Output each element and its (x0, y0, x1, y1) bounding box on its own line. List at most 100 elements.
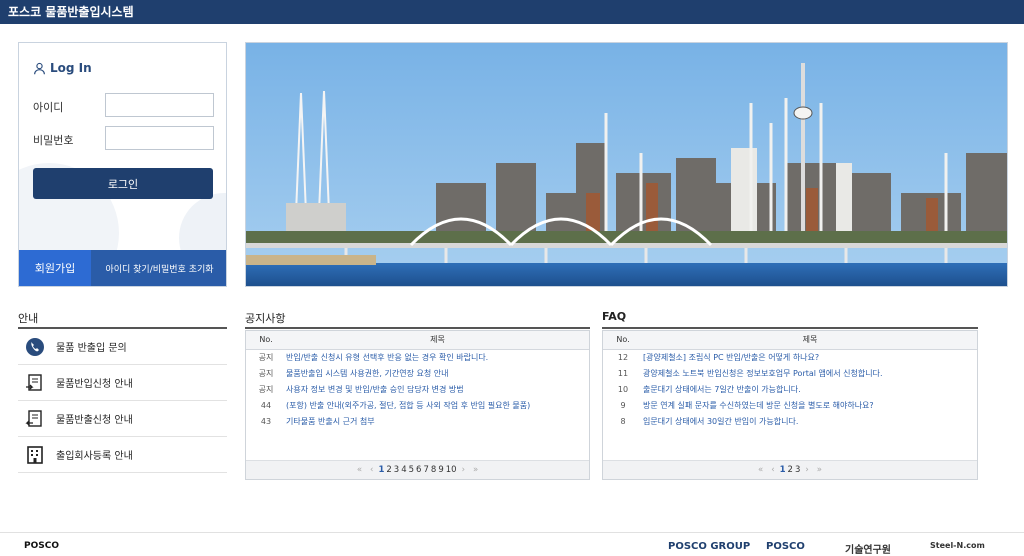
row-title[interactable]: 방문 연계 실패 문자를 수신하였는데 방문 신청을 별도로 해야하나요? (643, 397, 977, 413)
row-no: 공지 (258, 384, 274, 394)
table-row[interactable]: 44 (포항) 반출 안내(외주가공, 절단, 접합 등 사외 작업 후 반입 필… (246, 397, 589, 413)
steelworks-illustration (246, 43, 1007, 286)
table-row[interactable]: 43 기타물품 반출시 근거 첨부 (246, 413, 589, 429)
page-link[interactable]: 3 (795, 465, 800, 475)
next-page-icon[interactable]: › (805, 465, 808, 475)
faq-table: No. 제목 12 [광양제철소] 조립식 PC 반입/반출은 어떻게 하나요? … (603, 331, 977, 429)
guide-item-export[interactable]: 물품반출신청 안내 (18, 401, 227, 437)
guide-item-inquiry[interactable]: 물품 반출입 문의 (18, 329, 227, 365)
phone-icon (24, 336, 46, 358)
notice-board: No. 제목 공지 반입/반출 신청시 유형 선택후 반응 없는 경우 확인 바랍… (245, 330, 590, 480)
footer-link-posco[interactable]: POSCO (766, 541, 805, 552)
table-header-row: No. 제목 (246, 331, 589, 350)
footer-link-steeln[interactable]: Steel-N.com (930, 541, 985, 550)
row-title[interactable]: 기타물품 반출시 근거 첨부 (286, 413, 589, 429)
guide-item-import[interactable]: 물품반입신청 안내 (18, 365, 227, 401)
page-link[interactable]: 6 (416, 465, 421, 475)
row-no: 44 (260, 400, 272, 410)
document-out-icon (24, 408, 46, 430)
row-title[interactable]: 물품반출입 시스템 사용권한, 기간연장 요청 안내 (286, 365, 589, 381)
page-link[interactable]: 8 (431, 465, 436, 475)
row-no: 10 (617, 384, 629, 394)
first-page-icon[interactable]: « (758, 465, 763, 475)
row-title[interactable]: 반입/반출 신청시 유형 선택후 반응 없는 경우 확인 바랍니다. (286, 349, 589, 365)
password-input[interactable] (105, 126, 214, 150)
login-title: Log In (33, 61, 92, 75)
faq-pagination: « ‹ 1 2 3 › » (603, 460, 977, 479)
table-row[interactable]: 12 [광양제철소] 조립식 PC 반입/반출은 어떻게 하나요? (603, 349, 977, 365)
page-link[interactable]: 2 (386, 465, 391, 475)
row-title[interactable]: 광양제철소 노트북 반입신청은 정보보호업무 Portal 앱에서 신청합니다. (643, 365, 977, 381)
row-no: 8 (620, 416, 626, 426)
faq-title: FAQ (602, 310, 627, 323)
row-no: 공지 (258, 352, 274, 362)
row-no: 공지 (258, 368, 274, 378)
notice-table: No. 제목 공지 반입/반출 신청시 유형 선택후 반응 없는 경우 확인 바랍… (246, 331, 589, 429)
row-no: 43 (260, 416, 272, 426)
row-title[interactable]: 출문대기 상태에서는 7일간 반출이 가능합니다. (643, 381, 977, 397)
last-page-icon[interactable]: » (817, 465, 822, 475)
id-input[interactable] (105, 93, 214, 117)
prev-page-icon[interactable]: ‹ (771, 465, 774, 475)
next-page-icon[interactable]: › (462, 465, 465, 475)
page-link[interactable]: 2 (788, 465, 793, 475)
footer-link-research[interactable]: 기술연구원 (845, 541, 891, 556)
page-link[interactable]: 9 (438, 465, 443, 475)
col-no-header: No. (603, 331, 643, 350)
page-link[interactable]: 5 (409, 465, 414, 475)
row-title[interactable]: (포항) 반출 안내(외주가공, 절단, 접합 등 사외 작업 후 반입 필요한… (286, 397, 589, 413)
row-title[interactable]: 입문대기 상태에서 30일간 반입이 가능합니다. (643, 413, 977, 429)
footer-brand: POSCO (24, 541, 59, 551)
col-no-header: No. (246, 331, 286, 350)
find-account-link[interactable]: 아이디 찾기/비밀번호 초기화 (91, 250, 226, 286)
join-button[interactable]: 회원가입 (19, 250, 91, 286)
table-row[interactable]: 10 출문대기 상태에서는 7일간 반출이 가능합니다. (603, 381, 977, 397)
guide-item-company[interactable]: 출입회사등록 안내 (18, 437, 227, 473)
page-link[interactable]: 4 (401, 465, 406, 475)
document-in-icon (24, 372, 46, 394)
login-bottom-bar: 회원가입 아이디 찾기/비밀번호 초기화 (19, 250, 226, 286)
guide-item-label: 물품반출신청 안내 (56, 415, 133, 426)
notice-pagination: « ‹ 1 2 3 4 5 6 7 8 9 10 › » (246, 460, 589, 479)
header-bar: 포스코 물품반출입시스템 (0, 0, 1024, 24)
user-icon (34, 62, 45, 74)
table-row[interactable]: 8 입문대기 상태에서 30일간 반입이 가능합니다. (603, 413, 977, 429)
hero-image (245, 42, 1008, 287)
first-page-icon[interactable]: « (357, 465, 362, 475)
page-link[interactable]: 3 (394, 465, 399, 475)
footer-divider (0, 532, 1024, 533)
login-button[interactable]: 로그인 (33, 168, 213, 199)
row-no: 9 (620, 400, 626, 410)
app-title: 포스코 물품반출입시스템 (8, 5, 134, 19)
footer-link-group[interactable]: POSCO GROUP (668, 541, 750, 552)
faq-board: No. 제목 12 [광양제철소] 조립식 PC 반입/반출은 어떻게 하나요? … (602, 330, 978, 480)
page-link[interactable]: 1 (378, 465, 384, 475)
table-row[interactable]: 11 광양제철소 노트북 반입신청은 정보보호업무 Portal 앱에서 신청합니… (603, 365, 977, 381)
row-no: 11 (617, 368, 629, 378)
page-link[interactable]: 1 (780, 465, 786, 475)
notice-divider (245, 327, 590, 329)
col-title-header: 제목 (286, 331, 589, 350)
table-row[interactable]: 공지 사용자 정보 변경 및 반입/반출 승인 담당자 변경 방법 (246, 381, 589, 397)
prev-page-icon[interactable]: ‹ (370, 465, 373, 475)
guide-item-label: 물품 반출입 문의 (56, 343, 127, 354)
row-no: 12 (617, 352, 629, 362)
col-title-header: 제목 (643, 331, 977, 350)
page-link[interactable]: 7 (423, 465, 428, 475)
guide-item-label: 물품반입신청 안내 (56, 379, 133, 390)
table-row[interactable]: 공지 반입/반출 신청시 유형 선택후 반응 없는 경우 확인 바랍니다. (246, 349, 589, 365)
building-icon (24, 444, 46, 466)
row-title[interactable]: [광양제철소] 조립식 PC 반입/반출은 어떻게 하나요? (643, 349, 977, 365)
id-label: 아이디 (33, 101, 64, 114)
table-row[interactable]: 9 방문 연계 실패 문자를 수신하였는데 방문 신청을 별도로 해야하나요? (603, 397, 977, 413)
page-link[interactable]: 10 (446, 465, 457, 475)
login-title-text: Log In (50, 61, 92, 75)
faq-divider (602, 327, 978, 329)
last-page-icon[interactable]: » (473, 465, 478, 475)
table-header-row: No. 제목 (603, 331, 977, 350)
guide-title: 안내 (18, 312, 39, 325)
guide-item-label: 출입회사등록 안내 (56, 451, 133, 462)
table-row[interactable]: 공지 물품반출입 시스템 사용권한, 기간연장 요청 안내 (246, 365, 589, 381)
row-title[interactable]: 사용자 정보 변경 및 반입/반출 승인 담당자 변경 방법 (286, 381, 589, 397)
login-panel: Log In 아이디 비밀번호 로그인 회원가입 아이디 찾기/비밀번호 초기화 (18, 42, 227, 287)
